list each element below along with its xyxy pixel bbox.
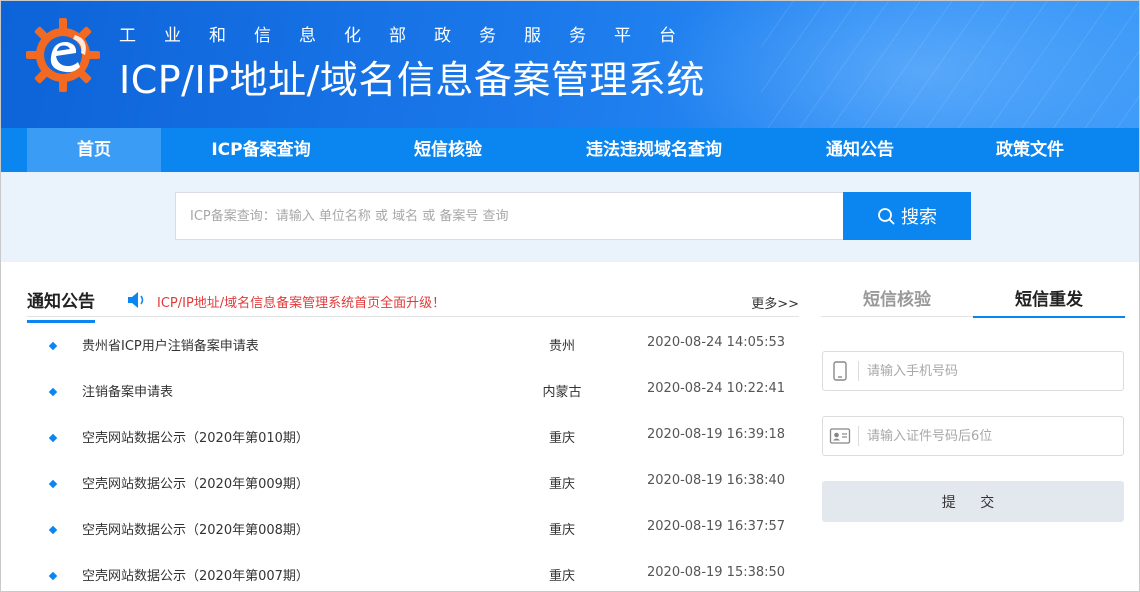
- notice-title[interactable]: 通知公告: [27, 287, 95, 323]
- notice-row-title[interactable]: 空壳网站数据公示（2020年第007期）: [82, 565, 309, 584]
- notice-row[interactable]: 空壳网站数据公示（2020年第010期） 重庆 2020-08-19 16:39…: [27, 427, 799, 473]
- id-input[interactable]: [867, 417, 1117, 455]
- search-input[interactable]: [175, 192, 843, 240]
- bullet-icon: [48, 525, 58, 535]
- notice-header: 通知公告 ICP/IP地址/域名信息备案管理系统首页全面升级！ 更多>>: [27, 283, 799, 323]
- nav-item-home[interactable]: 首页: [27, 128, 161, 172]
- nav-item-illegal-domain[interactable]: 违法违规域名查询: [535, 128, 773, 172]
- notice-row[interactable]: 空壳网站数据公示（2020年第008期） 重庆 2020-08-19 16:37…: [27, 519, 799, 565]
- notice-row-date: 2020-08-19 16:38:40: [647, 473, 786, 488]
- nav-item-sms-verify[interactable]: 短信核验: [361, 128, 535, 172]
- bullet-icon: [48, 387, 58, 397]
- submit-button[interactable]: 提 交: [822, 481, 1124, 522]
- miit-logo-icon[interactable]: [23, 15, 103, 95]
- header-title: ICP/IP地址/域名信息备案管理系统: [119, 58, 705, 102]
- notice-marquee[interactable]: ICP/IP地址/域名信息备案管理系统首页全面升级！: [157, 292, 445, 311]
- search-button[interactable]: 搜索: [843, 192, 971, 240]
- notice-row-title[interactable]: 空壳网站数据公示（2020年第010期）: [82, 427, 309, 446]
- site-header: 工业和信息化部政务服务平台 ICP/IP地址/域名信息备案管理系统: [1, 1, 1139, 128]
- notice-row-date: 2020-08-24 14:05:53: [647, 335, 786, 350]
- notice-row-title[interactable]: 空壳网站数据公示（2020年第008期）: [82, 519, 309, 538]
- notice-row-date: 2020-08-19 16:37:57: [647, 519, 786, 534]
- notice-row-region: 重庆: [548, 569, 575, 584]
- tab-sms-resend[interactable]: 短信重发: [973, 285, 1125, 318]
- notice-row[interactable]: 贵州省ICP用户注销备案申请表 贵州 2020-08-24 14:05:53: [27, 335, 799, 381]
- notice-row-region: 贵州: [548, 339, 575, 354]
- more-link[interactable]: 更多>>: [751, 293, 799, 312]
- notice-row[interactable]: 空壳网站数据公示（2020年第009期） 重庆 2020-08-19 16:38…: [27, 473, 799, 519]
- notice-row[interactable]: 空壳网站数据公示（2020年第007期） 重庆 2020-08-19 15:38…: [27, 565, 799, 592]
- notice-row-region: 重庆: [548, 431, 575, 446]
- header-subtitle: 工业和信息化部政务服务平台: [119, 26, 704, 46]
- search-band: 搜索: [1, 172, 1139, 262]
- field-separator: [858, 361, 859, 381]
- phone-field[interactable]: [822, 351, 1124, 391]
- notice-row-date: 2020-08-19 16:39:18: [647, 427, 786, 442]
- notice-row-date: 2020-08-24 10:22:41: [647, 381, 786, 396]
- nav-item-policy[interactable]: 政策文件: [947, 128, 1113, 172]
- bullet-icon: [48, 479, 58, 489]
- id-field[interactable]: [822, 416, 1124, 456]
- search-button-label: 搜索: [901, 207, 937, 228]
- nav-item-notices[interactable]: 通知公告: [773, 128, 947, 172]
- sms-tabs: 短信核验 短信重发: [821, 283, 1126, 318]
- search-icon: [878, 208, 895, 225]
- notice-row-region: 重庆: [548, 523, 575, 538]
- bullet-icon: [48, 433, 58, 443]
- notice-row-region: 内蒙古: [542, 385, 582, 400]
- tab-sms-verify[interactable]: 短信核验: [821, 285, 973, 317]
- phone-input[interactable]: [867, 352, 1117, 390]
- notice-row-title[interactable]: 贵州省ICP用户注销备案申请表: [82, 335, 259, 354]
- field-separator: [858, 426, 859, 446]
- notice-row-date: 2020-08-19 15:38:50: [647, 565, 786, 580]
- nav-item-icp-query[interactable]: ICP备案查询: [161, 128, 361, 172]
- speaker-icon: [128, 292, 144, 308]
- notice-row-region: 重庆: [548, 477, 575, 492]
- header-decoration: [761, 1, 1139, 128]
- phone-icon: [833, 361, 847, 381]
- notice-row[interactable]: 注销备案申请表 内蒙古 2020-08-24 10:22:41: [27, 381, 799, 427]
- main-nav: 首页 ICP备案查询 短信核验 违法违规域名查询 通知公告 政策文件: [1, 128, 1139, 172]
- notice-row-title[interactable]: 空壳网站数据公示（2020年第009期）: [82, 473, 309, 492]
- id-card-icon: [829, 428, 851, 444]
- bullet-icon: [48, 341, 58, 351]
- notice-row-title[interactable]: 注销备案申请表: [82, 381, 173, 400]
- bullet-icon: [48, 571, 58, 581]
